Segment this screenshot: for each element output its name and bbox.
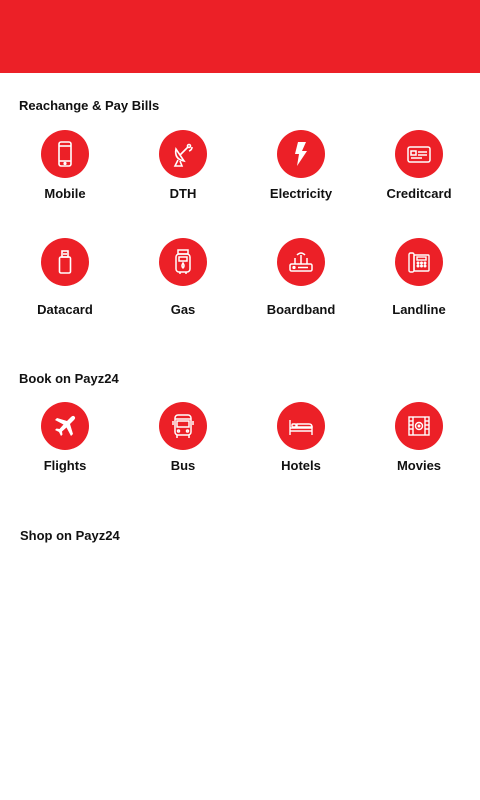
tile-movies[interactable]: Movies bbox=[360, 402, 478, 473]
tile-label: Flights bbox=[43, 458, 87, 473]
airplane-icon bbox=[41, 402, 89, 450]
tile-mobile[interactable]: Mobile bbox=[6, 130, 124, 201]
tile-dth[interactable]: DTH bbox=[124, 130, 242, 201]
section-title-shop: Shop on Payz24 bbox=[20, 528, 120, 543]
tile-label: Bus bbox=[170, 458, 196, 473]
tile-boardband[interactable]: Boardband bbox=[242, 238, 360, 317]
bus-icon bbox=[159, 402, 207, 450]
tile-electricity[interactable]: Electricity bbox=[242, 130, 360, 201]
tile-bus[interactable]: Bus bbox=[124, 402, 242, 473]
tile-creditcard[interactable]: Creditcard bbox=[360, 130, 478, 201]
tile-flights[interactable]: Flights bbox=[6, 402, 124, 473]
credit-card-icon bbox=[395, 130, 443, 178]
top-app-bar bbox=[0, 0, 480, 73]
tile-label: Gas bbox=[170, 302, 196, 317]
mobile-icon bbox=[41, 130, 89, 178]
usb-datacard-icon bbox=[41, 238, 89, 286]
tile-label: Electricity bbox=[269, 186, 333, 201]
tile-label: Boardband bbox=[266, 302, 336, 317]
tile-gas[interactable]: Gas bbox=[124, 238, 242, 317]
tile-label: Hotels bbox=[281, 458, 321, 473]
section-title-book: Book on Payz24 bbox=[19, 371, 119, 386]
tile-label: Landline bbox=[392, 302, 446, 317]
film-icon bbox=[395, 402, 443, 450]
tile-label: Movies bbox=[396, 458, 442, 473]
telephone-icon bbox=[395, 238, 443, 286]
gas-meter-icon bbox=[159, 238, 207, 286]
section-title-recharge: Reachange & Pay Bills bbox=[19, 98, 160, 113]
tile-landline[interactable]: Landline bbox=[360, 238, 478, 317]
tile-datacard[interactable]: Datacard bbox=[6, 238, 124, 317]
router-icon bbox=[277, 238, 325, 286]
tile-label: DTH bbox=[169, 186, 197, 201]
tile-label: Mobile bbox=[44, 186, 86, 201]
lightning-icon bbox=[277, 130, 325, 178]
tile-hotels[interactable]: Hotels bbox=[242, 402, 360, 473]
bed-icon bbox=[277, 402, 325, 450]
tile-label: Creditcard bbox=[386, 186, 452, 201]
satellite-dish-icon bbox=[159, 130, 207, 178]
tile-label: Datacard bbox=[37, 302, 93, 317]
